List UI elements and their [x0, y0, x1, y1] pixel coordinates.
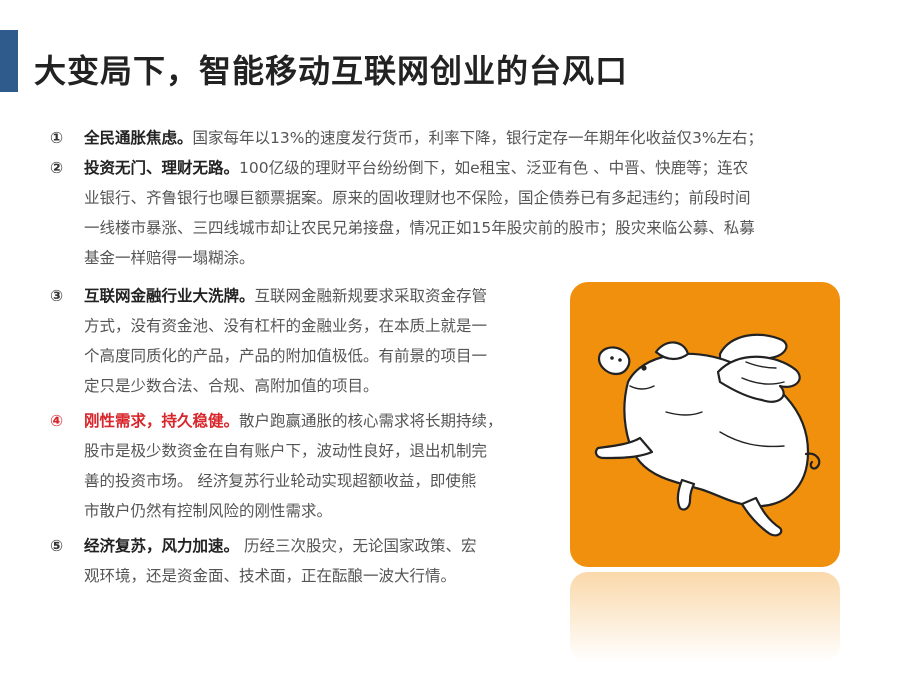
list-item: ② 投资无门、理财无路。100亿级的理财平台纷纷倒下，如e租宝、泛亚有色 、中晋…	[50, 153, 860, 273]
item-line: 定只是少数合法、合规、高附加值的项目。	[84, 377, 379, 395]
item-line: 业银行、齐鲁银行也曝巨额票据案。原来的固收理财也不保险，国企债券已有多起违约；前…	[84, 189, 751, 207]
item-line: 方式，没有资金池、没有杠杆的金融业务，在本质上就是一	[84, 317, 488, 335]
item-heading: 经济复苏，风力加速。	[84, 537, 240, 555]
item-line: 一线楼市暴涨、三四线城市却让农民兄弟接盘，情况正如15年股灾前的股市；股灾来临公…	[84, 219, 755, 237]
list-item: ③ 互联网金融行业大洗牌。互联网金融新规要求采取资金存管 方式，没有资金池、没有…	[50, 281, 555, 401]
item-heading: 全民通胀焦虑。	[84, 129, 193, 147]
item-line: 基金一样赔得一塌糊涂。	[84, 249, 255, 267]
item-line: 散户跑赢通胀的核心需求将长期持续，	[239, 412, 503, 430]
list-item: ① 全民通胀焦虑。国家每年以13%的速度发行货币，利率下降，银行定存一年期年化收…	[50, 123, 870, 153]
item-heading: 刚性需求，持久稳健。	[84, 412, 240, 430]
card-reflection	[570, 572, 840, 662]
item-heading: 投资无门、理财无路。	[84, 159, 240, 177]
item-line: 观环境，还是资金面、技术面，正在酝酿一波大行情。	[84, 567, 457, 585]
item-line: 历经三次股灾，无论国家政策、宏	[239, 537, 477, 555]
slide-title: 大变局下，智能移动互联网创业的台风口	[34, 52, 629, 90]
item-line: 个高度同质化的产品，产品的附加值极低。有前景的项目一	[84, 347, 488, 365]
item-number: ②	[50, 159, 64, 177]
flying-pig-icon	[594, 333, 821, 537]
item-number: ④	[50, 412, 64, 430]
list-item-highlighted: ④ 刚性需求，持久稳健。散户跑赢通胀的核心需求将长期持续， 股市是极少数资金在自…	[50, 406, 555, 526]
item-number: ①	[50, 129, 64, 147]
item-number: ⑤	[50, 537, 64, 555]
item-line: 100亿级的理财平台纷纷倒下，如e租宝、泛亚有色 、中晋、快鹿等；连农	[239, 159, 749, 177]
flying-pig-card	[570, 282, 840, 567]
title-accent-bar	[0, 30, 18, 92]
item-line: 股市是极少数资金在自有账户下，波动性良好，退出机制完	[84, 442, 488, 460]
item-line: 互联网金融新规要求采取资金存管	[254, 287, 488, 305]
item-line: 市散户仍然有控制风险的刚性需求。	[84, 502, 333, 520]
list-item: ⑤ 经济复苏，风力加速。 历经三次股灾，无论国家政策、宏 观环境，还是资金面、技…	[50, 531, 555, 591]
item-line: 国家每年以13%的速度发行货币，利率下降，银行定存一年期年化收益仅3%左右；	[192, 129, 764, 147]
item-number: ③	[50, 287, 64, 305]
item-line: 善的投资市场。 经济复苏行业轮动实现超额收益，即使熊	[84, 472, 477, 490]
item-heading: 互联网金融行业大洗牌。	[84, 287, 255, 305]
